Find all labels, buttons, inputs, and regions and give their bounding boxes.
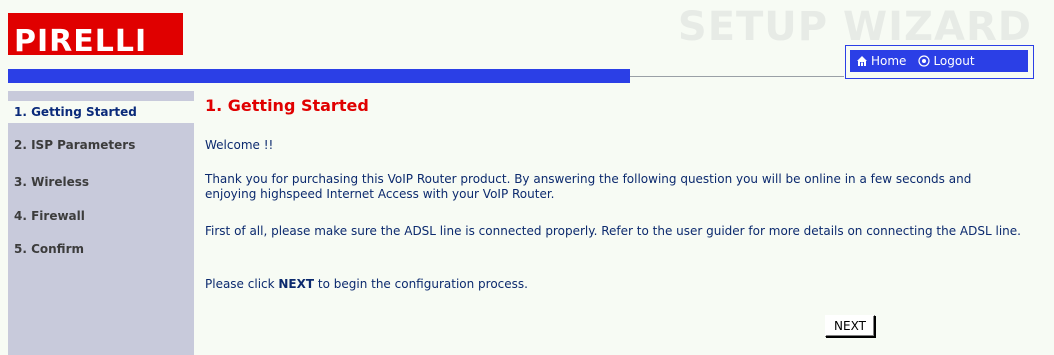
top-nav: Home Logout	[845, 45, 1034, 79]
click-suffix: to begin the configuration process.	[314, 277, 528, 291]
svg-text:PIRELLI: PIRELLI	[14, 24, 147, 55]
welcome-text: Welcome !!	[205, 138, 274, 152]
thanks-text: Thank you for purchasing this VoIP Route…	[205, 172, 972, 201]
click-next-emphasis: NEXT	[278, 277, 315, 291]
page-title: 1. Getting Started	[205, 96, 369, 115]
next-button[interactable]: NEXT	[825, 315, 875, 337]
logout-link[interactable]: Logout	[918, 54, 975, 68]
home-label: Home	[871, 54, 907, 68]
sidebar: 1. Getting Started 2. ISP Parameters 3. …	[8, 91, 194, 355]
header-blue-bar	[8, 69, 630, 83]
pirelli-logo: PIRELLI	[8, 13, 183, 55]
adsl-text: First of all, please make sure the ADSL …	[205, 224, 1021, 238]
wizard-title: SETUP WIZARD	[677, 4, 1032, 50]
home-link[interactable]: Home	[856, 54, 906, 68]
page: PIRELLI SETUP WIZARD Home Logout 1. Gett…	[0, 0, 1054, 355]
click-prefix: Please click	[205, 277, 279, 291]
top-nav-bar: Home Logout	[850, 50, 1028, 72]
header-divider	[630, 76, 844, 77]
sidebar-item-isp-parameters[interactable]: 2. ISP Parameters	[14, 138, 135, 152]
logout-label: Logout	[933, 54, 975, 68]
sidebar-item-firewall[interactable]: 4. Firewall	[14, 209, 85, 223]
logout-icon	[918, 55, 931, 67]
home-icon	[857, 56, 867, 66]
sidebar-item-confirm[interactable]: 5. Confirm	[14, 242, 84, 256]
sidebar-item-getting-started[interactable]: 1. Getting Started	[8, 101, 194, 123]
sidebar-item-wireless[interactable]: 3. Wireless	[14, 175, 89, 189]
click-next-instruction: Please click NEXT to begin the configura…	[205, 277, 1025, 292]
